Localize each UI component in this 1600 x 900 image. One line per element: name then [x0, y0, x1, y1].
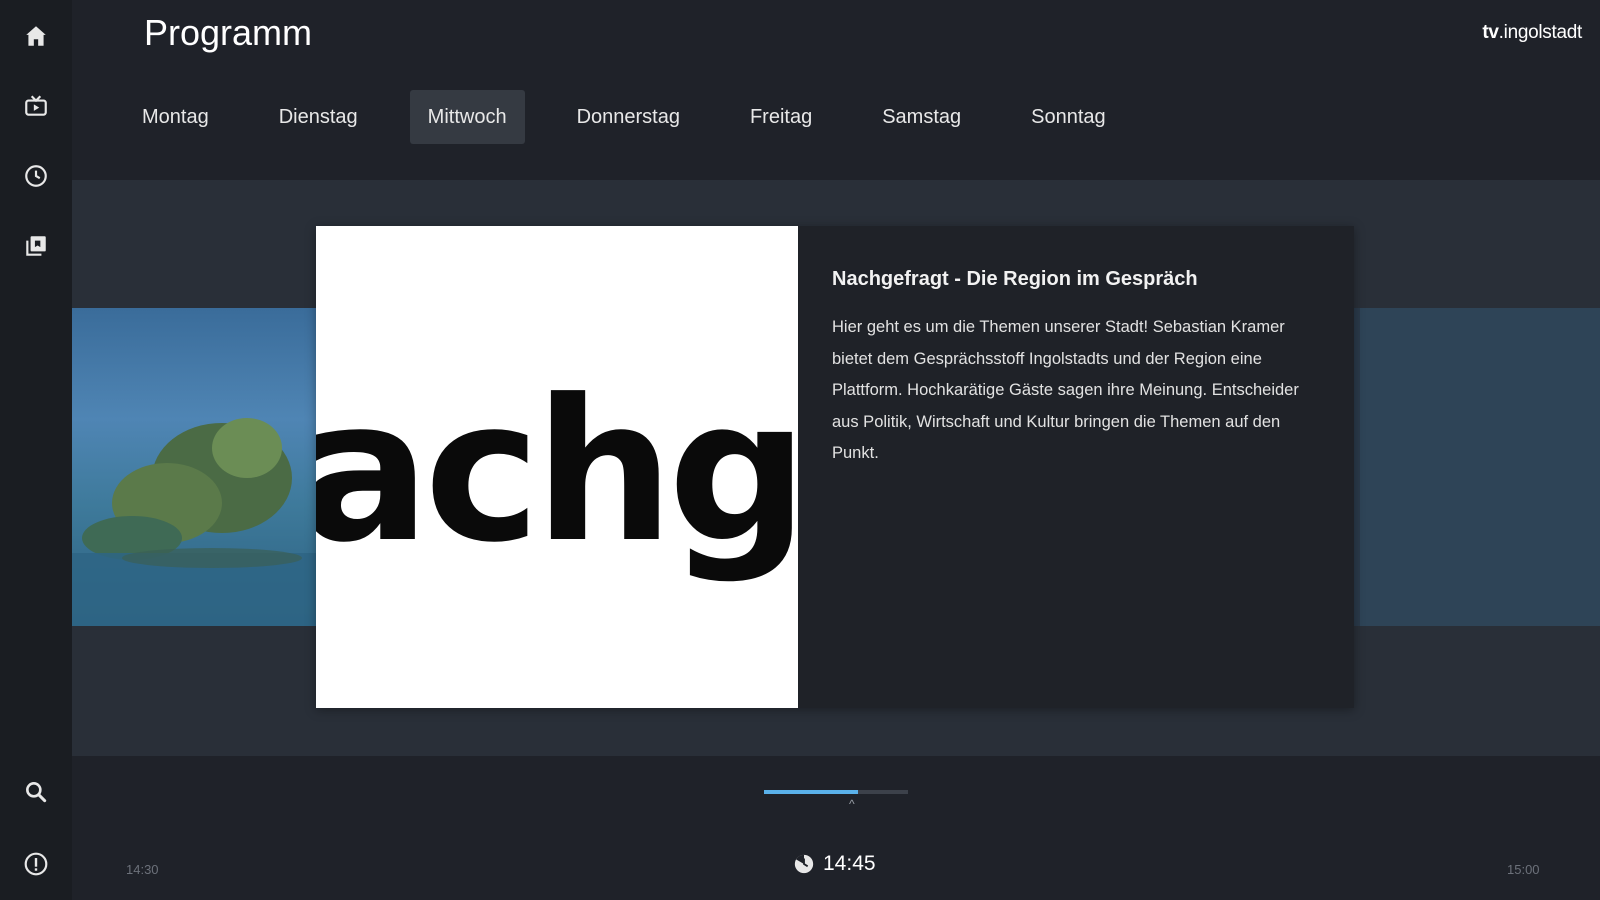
sidebar-item-home[interactable]: [16, 16, 56, 56]
program-thumbnail: achge: [316, 226, 798, 708]
sidebar-item-search[interactable]: [16, 772, 56, 812]
day-tabs: Montag Dienstag Mittwoch Donnerstag Frei…: [124, 90, 1124, 144]
next-program-thumbnail[interactable]: [1360, 308, 1600, 626]
thumbnail-text: achge: [316, 358, 798, 586]
tab-montag[interactable]: Montag: [124, 90, 227, 144]
program-progress-bar: [764, 790, 908, 794]
home-icon: [26, 26, 46, 46]
tab-dienstag[interactable]: Dienstag: [261, 90, 376, 144]
previous-program-thumbnail[interactable]: [72, 308, 317, 626]
search-icon: [26, 782, 47, 803]
progress-fill: [764, 790, 858, 794]
brand-logo: tv.ingolstadt: [1482, 22, 1582, 43]
tab-donnerstag[interactable]: Donnerstag: [559, 90, 698, 144]
sidebar-item-library[interactable]: [16, 226, 56, 266]
current-time-label: 14:45: [823, 852, 876, 875]
timeline-end-time: 15:00: [1507, 862, 1540, 877]
current-time: 14:45: [793, 852, 876, 876]
tab-samstag[interactable]: Samstag: [864, 90, 979, 144]
landscape-image: [72, 418, 317, 626]
tab-mittwoch[interactable]: Mittwoch: [409, 90, 525, 144]
tab-sonntag[interactable]: Sonntag: [1013, 90, 1124, 144]
page-title: Programm: [144, 12, 313, 53]
timeline-start-time: 14:30: [126, 862, 159, 877]
sidebar: [0, 0, 72, 900]
sidebar-item-live-tv[interactable]: [16, 86, 56, 126]
program-card[interactable]: achge Nachgefragt - Die Region im Gesprä…: [316, 226, 1354, 708]
program-title: Nachgefragt - Die Region im Gespräch: [832, 268, 1198, 290]
library-icon: [26, 236, 46, 256]
sidebar-item-program[interactable]: [16, 156, 56, 196]
clock-icon: [794, 854, 814, 874]
sidebar-item-info[interactable]: [16, 844, 56, 884]
clock-icon: [25, 165, 47, 187]
program-description: Hier geht es um die Themen unserer Stadt…: [832, 318, 1299, 462]
info-icon: [24, 852, 48, 876]
tab-freitag[interactable]: Freitag: [732, 90, 830, 144]
tv-icon: [25, 95, 47, 116]
chevron-up-icon: ^: [849, 797, 855, 811]
